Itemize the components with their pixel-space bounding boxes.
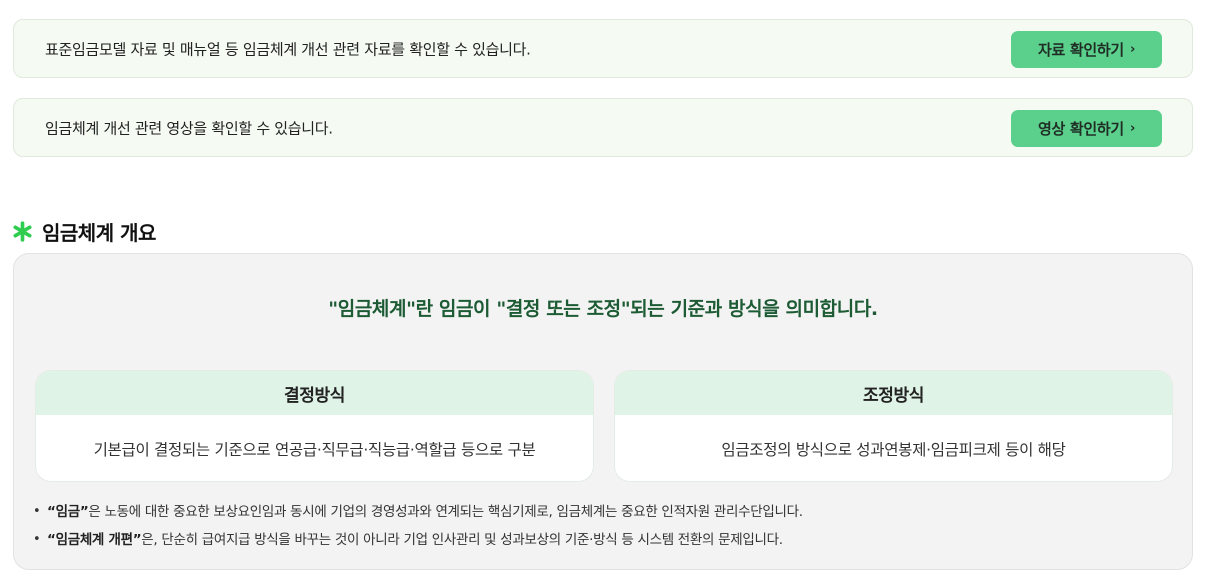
note-term: “임금체계 개편” bbox=[47, 532, 142, 548]
note-term: “임금” bbox=[47, 504, 89, 520]
bullet-marker: • bbox=[33, 532, 41, 547]
adjustment-method-card: 조정방식 임금조정의 방식으로 성과연봉제·임금피크제 등이 해당 bbox=[614, 370, 1173, 482]
view-videos-button[interactable]: 영상 확인하기 › bbox=[1011, 110, 1162, 147]
chevron-right-icon: › bbox=[1129, 121, 1135, 136]
overview-headline: "임금체계"란 임금이 "결정 또는 조정"되는 기준과 방식을 의미합니다. bbox=[328, 298, 878, 320]
decision-method-card: 결정방식 기본급이 결정되는 기준으로 연공급·직무급·직능급·역할급 등으로 … bbox=[35, 370, 594, 482]
notice-materials: 표준임금모델 자료 및 매뉴얼 등 임금체계 개선 관련 자료를 확인할 수 있… bbox=[13, 19, 1193, 78]
decision-method-description: 기본급이 결정되는 기준으로 연공급·직무급·직능급·역할급 등으로 구분 bbox=[93, 440, 536, 459]
overview-panel: "임금체계"란 임금이 "결정 또는 조정"되는 기준과 방식을 의미합니다. … bbox=[13, 253, 1193, 570]
adjustment-method-description: 임금조정의 방식으로 성과연봉제·임금피크제 등이 해당 bbox=[721, 440, 1066, 459]
bullet-marker: • bbox=[33, 504, 41, 519]
note-text: 은 노동에 대한 중요한 보상요인임과 동시에 기업의 경영성과와 연계되는 핵… bbox=[88, 504, 803, 520]
view-materials-button[interactable]: 자료 확인하기 › bbox=[1011, 31, 1162, 68]
chevron-right-icon: › bbox=[1129, 42, 1135, 57]
section-title: 임금체계 개요 bbox=[42, 220, 156, 245]
view-videos-button-label: 영상 확인하기 bbox=[1038, 120, 1124, 138]
note-text: 은, 단순히 급여지급 방식을 바꾸는 것이 아니라 기업 인사관리 및 성과보… bbox=[141, 532, 783, 548]
notice-videos-text: 임금체계 개선 관련 영상을 확인할 수 있습니다. bbox=[45, 119, 333, 137]
list-item: • “임금”은 노동에 대한 중요한 보상요인임과 동시에 기업의 경영성과와 … bbox=[33, 501, 803, 529]
section-header: 임금체계 개요 bbox=[12, 216, 156, 246]
decision-method-title: 결정방식 bbox=[36, 371, 593, 415]
notice-materials-text: 표준임금모델 자료 및 매뉴얼 등 임금체계 개선 관련 자료를 확인할 수 있… bbox=[45, 40, 531, 58]
adjustment-method-title: 조정방식 bbox=[615, 371, 1172, 415]
notice-videos: 임금체계 개선 관련 영상을 확인할 수 있습니다. 영상 확인하기 › bbox=[13, 98, 1193, 157]
overview-notes: • “임금”은 노동에 대한 중요한 보상요인임과 동시에 기업의 경영성과와 … bbox=[33, 501, 803, 557]
list-item: • “임금체계 개편”은, 단순히 급여지급 방식을 바꾸는 것이 아니라 기업… bbox=[33, 529, 803, 557]
view-materials-button-label: 자료 확인하기 bbox=[1038, 41, 1124, 59]
asterisk-icon bbox=[13, 220, 32, 242]
